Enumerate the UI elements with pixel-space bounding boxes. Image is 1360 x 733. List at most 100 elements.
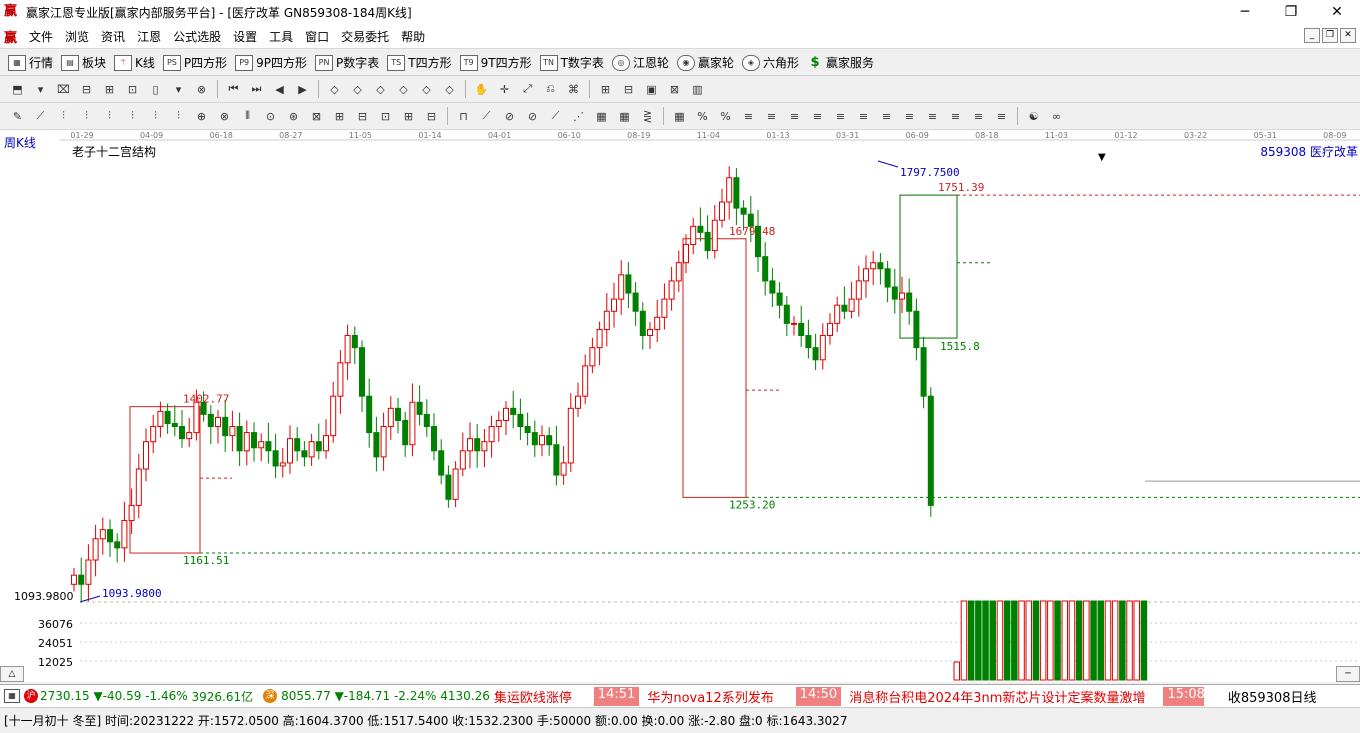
menu-settings[interactable]: 设置 — [227, 28, 263, 45]
drawing-tool-icon[interactable]: ≡ — [831, 107, 850, 126]
nav-hexagon-button[interactable]: ◈ 六角形 — [741, 54, 799, 71]
drawing-tool-icon[interactable]: ⋛ — [638, 107, 657, 126]
scroll-up-icon[interactable]: △ — [0, 666, 24, 682]
maximize-button[interactable]: ❐ — [1268, 0, 1314, 24]
nav-sector-button[interactable]: ▤ 板块 — [61, 54, 106, 71]
drawing-tool-icon[interactable]: ∞ — [1047, 107, 1066, 126]
mdi-minimize-button[interactable]: _ — [1304, 28, 1320, 43]
mdi-close-button[interactable]: ✕ — [1340, 28, 1356, 43]
drawing-tool-icon[interactable]: ⊟ — [353, 107, 372, 126]
dropdown-arrow-icon[interactable]: ▼ — [1098, 152, 1106, 163]
drawing-tool-icon[interactable]: ◇ — [325, 80, 344, 99]
drawing-tool-icon[interactable]: ⤢ — [518, 80, 537, 99]
drawing-tool-icon[interactable]: % — [693, 107, 712, 126]
drawing-tool-icon[interactable]: ≡ — [923, 107, 942, 126]
minimize-button[interactable]: ─ — [1222, 0, 1268, 24]
drawing-tool-icon[interactable]: ▾ — [31, 80, 50, 99]
drawing-tool-icon[interactable]: ⌘ — [564, 80, 583, 99]
drawing-tool-icon[interactable]: ⊞ — [399, 107, 418, 126]
drawing-tool-icon[interactable]: ≡ — [946, 107, 965, 126]
grid-icon[interactable]: ▦ — [4, 689, 20, 703]
drawing-tool-icon[interactable]: % — [716, 107, 735, 126]
drawing-tool-icon[interactable]: ⊠ — [665, 80, 684, 99]
nav-t-number-table-button[interactable]: TN T数字表 — [539, 54, 604, 71]
drawing-tool-icon[interactable]: ≡ — [808, 107, 827, 126]
menu-browse[interactable]: 浏览 — [59, 28, 95, 45]
drawing-tool-icon[interactable]: ⟋ — [477, 107, 496, 126]
drawing-tool-icon[interactable]: ▶ — [293, 80, 312, 99]
drawing-tool-icon[interactable]: ⟋ — [31, 107, 50, 126]
drawing-tool-icon[interactable]: ≡ — [969, 107, 988, 126]
news-item[interactable]: 华为nova12系列发布 — [647, 686, 774, 706]
nav-p-number-table-button[interactable]: PN P数字表 — [315, 54, 379, 71]
drawing-tool-icon[interactable]: ✛ — [495, 80, 514, 99]
drawing-tool-icon[interactable]: ▣ — [642, 80, 661, 99]
drawing-tool-icon[interactable]: ⊞ — [330, 107, 349, 126]
drawing-tool-icon[interactable]: ▦ — [592, 107, 611, 126]
drawing-tool-icon[interactable]: ▥ — [688, 80, 707, 99]
nav-t-square-button[interactable]: TS T四方形 — [387, 54, 452, 71]
drawing-tool-icon[interactable]: ◀ — [270, 80, 289, 99]
status-right-label[interactable]: 收859308日线 — [1228, 687, 1317, 706]
drawing-tool-icon[interactable]: ≡ — [854, 107, 873, 126]
drawing-tool-icon[interactable]: ◇ — [371, 80, 390, 99]
drawing-tool-icon[interactable]: ⟋ — [546, 107, 565, 126]
drawing-tool-icon[interactable]: ⫶ — [77, 107, 96, 126]
kline-chart-panel[interactable]: 01-29 04-09 06-18 08-27 11-05 01-14 04-01 06-10… — [0, 130, 1360, 682]
drawing-tool-icon[interactable]: ⏭ — [247, 80, 266, 99]
drawing-tool-icon[interactable]: ⊘ — [523, 107, 542, 126]
drawing-tool-icon[interactable]: ⊟ — [619, 80, 638, 99]
drawing-tool-icon[interactable]: ◇ — [440, 80, 459, 99]
close-button[interactable]: ✕ — [1314, 0, 1360, 24]
menu-window[interactable]: 窗口 — [299, 28, 335, 45]
drawing-tool-icon[interactable]: ⊟ — [422, 107, 441, 126]
drawing-tool-icon[interactable]: ≡ — [785, 107, 804, 126]
drawing-tool-icon[interactable]: ⎌ — [541, 80, 560, 99]
drawing-tool-icon[interactable]: ≡ — [739, 107, 758, 126]
drawing-tool-icon[interactable]: ⫶ — [54, 107, 73, 126]
drawing-tool-icon[interactable]: ⊡ — [123, 80, 142, 99]
menu-gann[interactable]: 江恩 — [131, 28, 167, 45]
drawing-tool-icon[interactable]: ⊠ — [307, 107, 326, 126]
nav-9p-square-button[interactable]: P9 9P四方形 — [235, 54, 307, 71]
drawing-tool-icon[interactable]: ☯ — [1024, 107, 1043, 126]
period-label[interactable]: 周K线 — [4, 134, 36, 151]
drawing-tool-icon[interactable]: ⊕ — [192, 107, 211, 126]
drawing-tool-icon[interactable]: ✋ — [472, 80, 491, 99]
nav-p-square-button[interactable]: PS P四方形 — [162, 54, 227, 71]
drawing-tool-icon[interactable]: ◇ — [348, 80, 367, 99]
drawing-tool-icon[interactable]: ⊘ — [500, 107, 519, 126]
nav-quotes-button[interactable]: ▦ 行情 — [8, 54, 53, 71]
drawing-tool-icon[interactable]: ⊞ — [596, 80, 615, 99]
drawing-tool-icon[interactable]: ≡ — [992, 107, 1011, 126]
drawing-tool-icon[interactable]: ✎ — [8, 107, 27, 126]
menu-help[interactable]: 帮助 — [395, 28, 431, 45]
drawing-tool-icon[interactable]: ≡ — [900, 107, 919, 126]
nav-winner-wheel-button[interactable]: ◉ 赢家轮 — [676, 54, 734, 71]
drawing-tool-icon[interactable]: ⬒ — [8, 80, 27, 99]
mdi-restore-button[interactable]: ❐ — [1322, 28, 1338, 43]
menu-formula[interactable]: 公式选股 — [167, 28, 227, 45]
drawing-tool-icon[interactable]: ⫶ — [123, 107, 142, 126]
drawing-tool-icon[interactable]: ⫶ — [146, 107, 165, 126]
drawing-tool-icon[interactable]: ▦ — [615, 107, 634, 126]
scroll-right-icon[interactable]: ─ — [1336, 666, 1360, 682]
nav-9t-square-button[interactable]: T9 9T四方形 — [459, 54, 532, 71]
drawing-tool-icon[interactable]: ⫶ — [100, 107, 119, 126]
drawing-tool-icon[interactable]: ⊙ — [261, 107, 280, 126]
news-item[interactable]: 消息称台积电2024年3nm新芯片设计定案数量激增 — [849, 686, 1146, 706]
drawing-tool-icon[interactable]: ▯ — [146, 80, 165, 99]
drawing-tool-icon[interactable]: ⏮ — [224, 80, 243, 99]
drawing-tool-icon[interactable]: ◇ — [417, 80, 436, 99]
drawing-tool-icon[interactable]: ⫴ — [238, 107, 257, 126]
drawing-tool-icon[interactable]: ⊡ — [376, 107, 395, 126]
drawing-tool-icon[interactable]: ⫶ — [169, 107, 188, 126]
menu-trade[interactable]: 交易委托 — [335, 28, 395, 45]
drawing-tool-icon[interactable]: ⌧ — [54, 80, 73, 99]
nav-service-button[interactable]: $ 赢家服务 — [807, 54, 874, 71]
drawing-tool-icon[interactable]: ⊛ — [284, 107, 303, 126]
news-item[interactable]: 集运欧线涨停 — [493, 686, 572, 706]
drawing-tool-icon[interactable]: ⊓ — [454, 107, 473, 126]
drawing-tool-icon[interactable]: ≡ — [877, 107, 896, 126]
drawing-tool-icon[interactable]: ⋰ — [569, 107, 588, 126]
